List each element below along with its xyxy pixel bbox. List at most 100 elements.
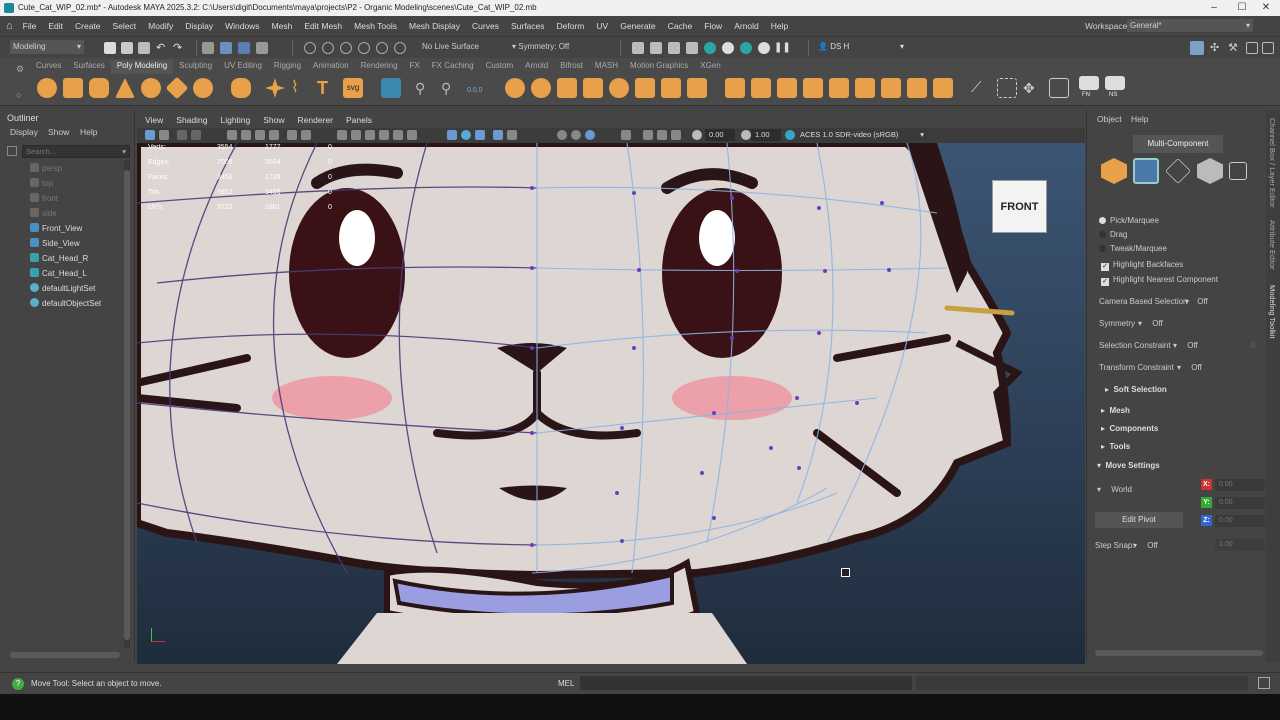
selection-constraint-dropdown[interactable]: ▾ Off: [1173, 341, 1198, 350]
type-tool-icon[interactable]: T: [317, 78, 337, 98]
menu-create[interactable]: Create: [75, 21, 101, 31]
mel-label[interactable]: MEL: [558, 679, 574, 688]
show-layer-editor-icon[interactable]: [1262, 42, 1274, 54]
image-plane-toggle-icon[interactable]: [191, 130, 201, 140]
gamma-icon[interactable]: [741, 130, 751, 140]
ambient-occlusion-icon[interactable]: [507, 130, 517, 140]
highlight-backfaces-checkbox[interactable]: ✓ Highlight Backfaces: [1101, 260, 1183, 271]
menu-curves[interactable]: Curves: [472, 21, 499, 31]
poly-disc-icon[interactable]: [193, 78, 213, 98]
menu-mesh[interactable]: Mesh: [272, 21, 293, 31]
workspace-dropdown[interactable]: General* ▾: [1127, 19, 1253, 32]
scrollbar-thumb[interactable]: [124, 170, 130, 640]
field-chart-icon[interactable]: [287, 130, 297, 140]
outliner-item-cat-head-r[interactable]: Cat_Head_R: [30, 252, 88, 265]
show-modeling-toolkit-icon[interactable]: [1190, 41, 1204, 55]
color-management-icon[interactable]: [785, 130, 795, 140]
boolean-icon[interactable]: [583, 78, 603, 98]
z-axis-icon[interactable]: Z:: [1201, 515, 1212, 526]
multi-cut-icon[interactable]: [803, 78, 823, 98]
menu-file[interactable]: File: [23, 21, 37, 31]
viewport-menu-view[interactable]: View: [145, 115, 163, 125]
live-surface-field[interactable]: No Live Surface: [422, 42, 479, 51]
make-live-icon[interactable]: [394, 42, 406, 54]
depth-of-field-icon[interactable]: [585, 130, 595, 140]
super-shape-icon[interactable]: [265, 78, 285, 98]
y-value-field[interactable]: 0.00: [1215, 497, 1265, 509]
render-settings-icon[interactable]: [686, 42, 698, 54]
viewport-front[interactable]: front -Z: [137, 143, 1085, 664]
viewport-menu-shading[interactable]: Shading: [176, 115, 207, 125]
menu-cache[interactable]: Cache: [668, 21, 693, 31]
gamma-field[interactable]: 1.00: [751, 129, 781, 141]
mirror-icon[interactable]: ⚲: [441, 78, 461, 98]
section-move-settings[interactable]: ▾ Move Settings: [1097, 461, 1160, 470]
view-cube[interactable]: FRONT: [992, 180, 1047, 233]
highlight-nearest-checkbox[interactable]: ✓ Highlight Nearest Component: [1101, 275, 1218, 286]
quad-draw-icon[interactable]: [933, 78, 953, 98]
poly-sphere-icon[interactable]: [37, 78, 57, 98]
hypershade-icon[interactable]: [704, 42, 716, 54]
offset-edge-loop-icon[interactable]: [855, 78, 875, 98]
shelf-tab-fx-caching[interactable]: FX Caching: [426, 60, 480, 74]
section-components[interactable]: ▸ Components: [1101, 424, 1158, 433]
arnold-ipr-icon[interactable]: [758, 42, 770, 54]
anti-aliasing-icon[interactable]: [571, 130, 581, 140]
wireframe-on-shaded-icon[interactable]: [365, 130, 375, 140]
xray-joints-icon[interactable]: [475, 130, 485, 140]
snap-view-plane-icon[interactable]: [358, 42, 370, 54]
outliner-menu-help[interactable]: Help: [80, 127, 97, 137]
menuset-dropdown[interactable]: Modeling ▾: [10, 40, 84, 54]
section-soft-selection[interactable]: ▸ Soft Selection: [1105, 385, 1167, 394]
close-button[interactable]: ✕: [1252, 0, 1280, 16]
camera-based-selection-dropdown[interactable]: ▾ Off: [1185, 297, 1208, 306]
z-value-field[interactable]: 0.00: [1215, 515, 1265, 527]
menu-windows[interactable]: Windows: [225, 21, 259, 31]
shelf-tab-motion-graphics[interactable]: Motion Graphics: [624, 60, 694, 74]
smooth-shade-icon[interactable]: [351, 130, 361, 140]
script-editor-icon[interactable]: [1258, 677, 1270, 689]
combine-icon[interactable]: [505, 78, 525, 98]
outliner-vertical-scrollbar[interactable]: [124, 160, 130, 648]
menu-mesh-tools[interactable]: Mesh Tools: [354, 21, 397, 31]
tab-modeling-toolkit[interactable]: Modeling Toolkit: [1268, 285, 1277, 339]
outliner-item-cat-head-l[interactable]: Cat_Head_L: [30, 267, 87, 280]
hud-toggle-icon[interactable]: [621, 130, 631, 140]
separate-icon[interactable]: [531, 78, 551, 98]
menu-uv[interactable]: UV: [596, 21, 608, 31]
shelf-tab-custom[interactable]: Custom: [480, 60, 520, 74]
toolkit-symmetry-dropdown[interactable]: ▾ Off: [1138, 319, 1163, 328]
shelf-tab-bifrost[interactable]: Bifrost: [554, 60, 589, 74]
center-pivot-icon[interactable]: [997, 78, 1017, 98]
shelf-tab-uv-editing[interactable]: UV Editing: [218, 60, 268, 74]
measure-icon[interactable]: ⚲: [415, 78, 435, 98]
transform-constraint-dropdown[interactable]: ▾ Off: [1177, 363, 1202, 372]
menu-surfaces[interactable]: Surfaces: [511, 21, 545, 31]
sweep-mesh-icon[interactable]: ⌇: [291, 78, 311, 98]
shelf-tab-rigging[interactable]: Rigging: [268, 60, 307, 74]
outliner-item-persp[interactable]: persp: [30, 162, 62, 175]
ipr-render-icon[interactable]: [668, 42, 680, 54]
outliner-item-side[interactable]: side: [30, 207, 57, 220]
x-axis-icon[interactable]: X:: [1201, 479, 1212, 490]
outliner-filter-icon[interactable]: [7, 146, 17, 156]
extract-icon[interactable]: [609, 78, 629, 98]
insert-edge-loop-icon[interactable]: [829, 78, 849, 98]
select-camera-icon[interactable]: [145, 130, 155, 140]
multi-component-button[interactable]: Multi-Component: [1133, 135, 1223, 153]
shelf-tab-animation[interactable]: Animation: [307, 60, 355, 74]
new-scene-icon[interactable]: [104, 42, 116, 54]
gate-mask-icon[interactable]: [269, 130, 279, 140]
outliner-menu-display[interactable]: Display: [10, 127, 38, 137]
bevel-icon[interactable]: [777, 78, 797, 98]
edge-mode-icon[interactable]: [1165, 158, 1191, 184]
pause-icon[interactable]: ❚❚: [774, 42, 791, 54]
select-by-hierarchy-icon[interactable]: [202, 42, 214, 54]
freeze-transform-icon[interactable]: ✥: [1023, 78, 1043, 98]
show-channel-box-icon[interactable]: [1246, 42, 1258, 54]
snap-grid-icon[interactable]: [304, 42, 316, 54]
xray-icon[interactable]: [447, 130, 457, 140]
outliner-item-side-view[interactable]: Side_View: [30, 237, 80, 250]
exposure-field[interactable]: 0.00: [705, 129, 735, 141]
shelf-menu-icon[interactable]: ○: [16, 90, 21, 100]
